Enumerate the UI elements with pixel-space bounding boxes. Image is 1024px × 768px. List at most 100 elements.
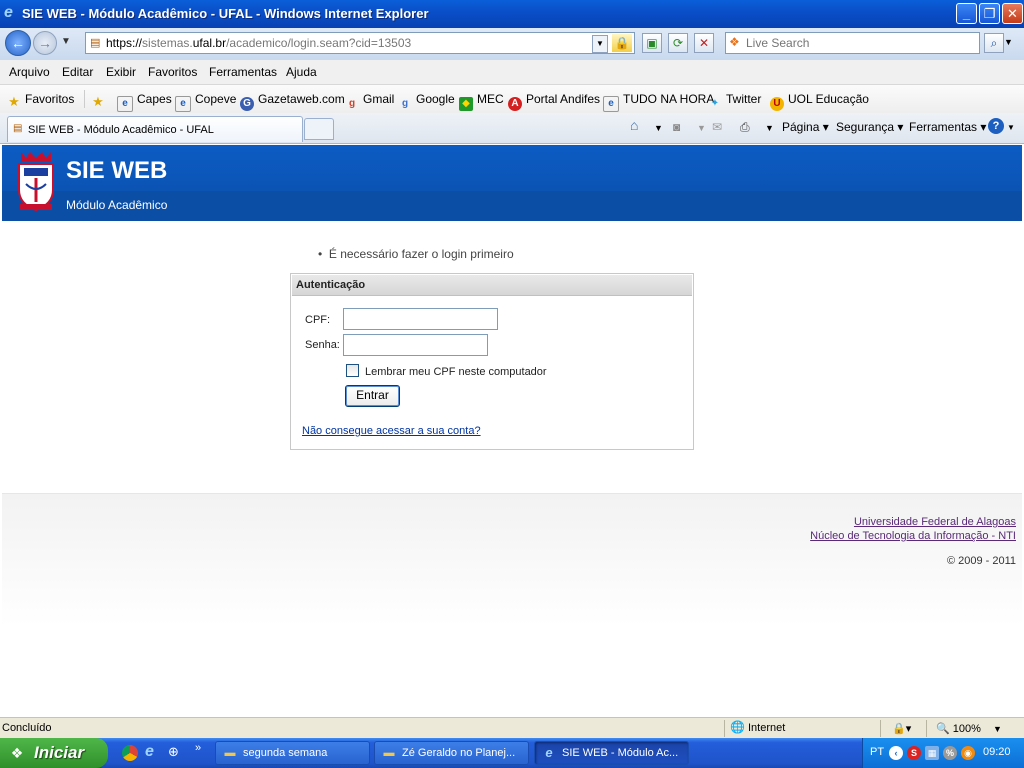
search-options-dropdown[interactable]: ▼ xyxy=(1004,37,1013,47)
add-favorite-button[interactable]: ★ xyxy=(91,92,109,109)
network-icon[interactable]: ▦ xyxy=(925,746,939,760)
tab-label: SIE WEB - Módulo Acadêmico - UFAL xyxy=(28,124,214,136)
mail-icon[interactable]: ✉ xyxy=(712,120,722,134)
star-icon: ★ xyxy=(8,94,20,109)
refresh-icon[interactable]: ⟳ xyxy=(668,33,688,53)
zoom-level[interactable]: 🔍 100% xyxy=(936,722,981,735)
feeds-icon[interactable]: ◙ xyxy=(673,120,680,134)
site-header: SIE WEB Módulo Acadêmico xyxy=(2,145,1022,221)
fav-gazetaweb[interactable]: G Gazetaweb.com xyxy=(240,92,345,111)
language-indicator[interactable]: PT xyxy=(870,746,884,758)
protected-mode-icon[interactable]: 🔒▾ xyxy=(892,722,911,735)
tab-row: ▤ SIE WEB - Módulo Acadêmico - UFAL ⌂ ▼ … xyxy=(0,113,1024,144)
menu-ajuda[interactable]: Ajuda xyxy=(286,65,317,79)
menu-arquivo[interactable]: Arquivo xyxy=(9,65,50,79)
ie-desktop-icon[interactable]: ⊕ xyxy=(168,744,179,760)
fav-gmail[interactable]: g Gmail xyxy=(345,92,394,111)
favorites-center-button[interactable]: ★ Favoritos xyxy=(7,92,74,109)
stop-icon[interactable]: ✕ xyxy=(694,33,714,53)
security-menu[interactable]: Segurança ▾ xyxy=(836,120,903,134)
authentication-box: Autenticação CPF: Senha: Lembrar meu CPF… xyxy=(290,273,694,450)
bullet: • xyxy=(318,247,329,261)
security-zone-label[interactable]: Internet xyxy=(748,722,785,734)
password-label: Senha: xyxy=(305,339,340,351)
print-icon[interactable]: ⎙ xyxy=(740,120,750,135)
clock[interactable]: 09:20 xyxy=(983,746,1011,758)
copyright: © 2009 - 2011 xyxy=(946,555,1016,567)
add-star-icon: ★ xyxy=(92,94,104,109)
tray-app-icon[interactable]: ◉ xyxy=(961,746,975,760)
tray-utility-icon[interactable]: % xyxy=(943,746,957,760)
task-segunda-semana[interactable]: ▬ segunda semana xyxy=(215,741,370,765)
address-bar[interactable]: ▤ https://sistemas.ufal.br/academico/log… xyxy=(85,32,635,54)
help-icon[interactable]: ? xyxy=(988,118,1004,134)
search-input[interactable] xyxy=(746,35,974,51)
home-dropdown[interactable]: ▼ xyxy=(654,123,663,133)
windows-flag-icon: ❖ xyxy=(10,745,24,761)
close-button[interactable]: ✕ xyxy=(1002,3,1023,24)
forgot-account-link[interactable]: Não consegue acessar a sua conta? xyxy=(302,425,481,437)
ie-page-icon: e xyxy=(175,96,191,112)
login-submit-button[interactable]: Entrar xyxy=(345,385,400,407)
search-button[interactable]: ⌕ xyxy=(984,33,1004,53)
back-button[interactable]: ← xyxy=(5,30,31,56)
task-ze-geraldo[interactable]: ▬ Zé Geraldo no Planej... xyxy=(374,741,529,765)
address-dropdown[interactable]: ▼ xyxy=(592,35,608,53)
internet-zone-icon: 🌐 xyxy=(730,720,745,734)
print-dropdown[interactable]: ▼ xyxy=(765,123,774,133)
menu-ferramentas[interactable]: Ferramentas xyxy=(209,65,277,79)
remember-cpf-label[interactable]: Lembrar meu CPF neste computador xyxy=(365,366,547,378)
search-box[interactable]: ❖ xyxy=(725,32,980,54)
recent-pages-dropdown[interactable]: ▼ xyxy=(61,36,71,47)
fav-tudo-na-hora[interactable]: e TUDO NA HORA xyxy=(603,92,714,112)
tools-menu[interactable]: Ferramentas ▾ xyxy=(909,120,986,134)
restore-button[interactable]: ❐ xyxy=(979,3,1000,24)
ie-quicklaunch-icon[interactable]: e xyxy=(145,743,154,761)
fav-google[interactable]: g Google xyxy=(398,92,455,111)
tray-expand-icon[interactable]: ‹ xyxy=(889,746,903,760)
minimize-button[interactable]: _ xyxy=(956,3,977,24)
nti-link[interactable]: Núcleo de Tecnologia da Informação - NTI xyxy=(810,530,1016,542)
password-input[interactable] xyxy=(343,334,488,356)
system-tray: PT ‹ S ▦ % ◉ 09:20 xyxy=(862,738,1024,768)
quicklaunch-more-icon[interactable]: » xyxy=(195,742,201,754)
chrome-icon[interactable] xyxy=(122,745,138,761)
menu-editar[interactable]: Editar xyxy=(62,65,93,79)
zoom-dropdown[interactable]: ▼ xyxy=(993,724,1002,734)
new-tab-button[interactable] xyxy=(304,118,334,140)
page-menu[interactable]: Página ▾ xyxy=(782,120,829,134)
help-dropdown[interactable]: ▼ xyxy=(1007,123,1015,132)
globe-icon: G xyxy=(240,97,254,111)
menu-exibir[interactable]: Exibir xyxy=(106,65,136,79)
authentication-header: Autenticação xyxy=(292,275,692,296)
ufal-crest-logo xyxy=(18,152,54,212)
lock-icon[interactable]: 🔒 xyxy=(612,34,632,52)
home-icon[interactable]: ⌂ xyxy=(630,117,638,133)
brazil-flag-icon: ◆ xyxy=(459,97,473,111)
title-bar[interactable]: e SIE WEB - Módulo Acadêmico - UFAL - Wi… xyxy=(0,0,1024,28)
ie-icon: e xyxy=(545,745,553,760)
start-button[interactable]: ❖ Iniciar xyxy=(0,738,108,768)
cpf-label: CPF: xyxy=(305,314,331,326)
ufal-link[interactable]: Universidade Federal de Alagoas xyxy=(854,516,1016,528)
fav-mec[interactable]: ◆ MEC xyxy=(459,92,504,111)
ie-page-icon: e xyxy=(603,96,619,112)
google-icon: g xyxy=(401,98,409,109)
forward-button[interactable]: → xyxy=(33,31,57,55)
page-icon: ▤ xyxy=(13,123,23,134)
fav-twitter[interactable]: ✦ Twitter xyxy=(708,92,762,111)
tab-sie-web[interactable]: ▤ SIE WEB - Módulo Acadêmico - UFAL xyxy=(7,116,303,142)
menu-favoritos[interactable]: Favoritos xyxy=(148,65,197,79)
fav-capes[interactable]: e Capes xyxy=(117,92,172,112)
menu-bar: Arquivo Editar Exibir Favoritos Ferramen… xyxy=(0,60,1024,85)
status-text: Concluído xyxy=(2,722,52,734)
fav-copeve[interactable]: e Copeve xyxy=(175,92,236,112)
antivirus-icon[interactable]: S xyxy=(907,746,921,760)
feeds-dropdown[interactable]: ▼ xyxy=(697,123,706,133)
cpf-input[interactable] xyxy=(343,308,498,330)
fav-uol-educacao[interactable]: U UOL Educação xyxy=(770,92,869,111)
remember-cpf-checkbox[interactable] xyxy=(346,364,359,377)
fav-portal-andifes[interactable]: A Portal Andifes xyxy=(508,92,600,111)
task-sie-web[interactable]: e SIE WEB - Módulo Ac... xyxy=(534,741,689,765)
compatibility-icon[interactable]: ▣ xyxy=(642,33,662,53)
